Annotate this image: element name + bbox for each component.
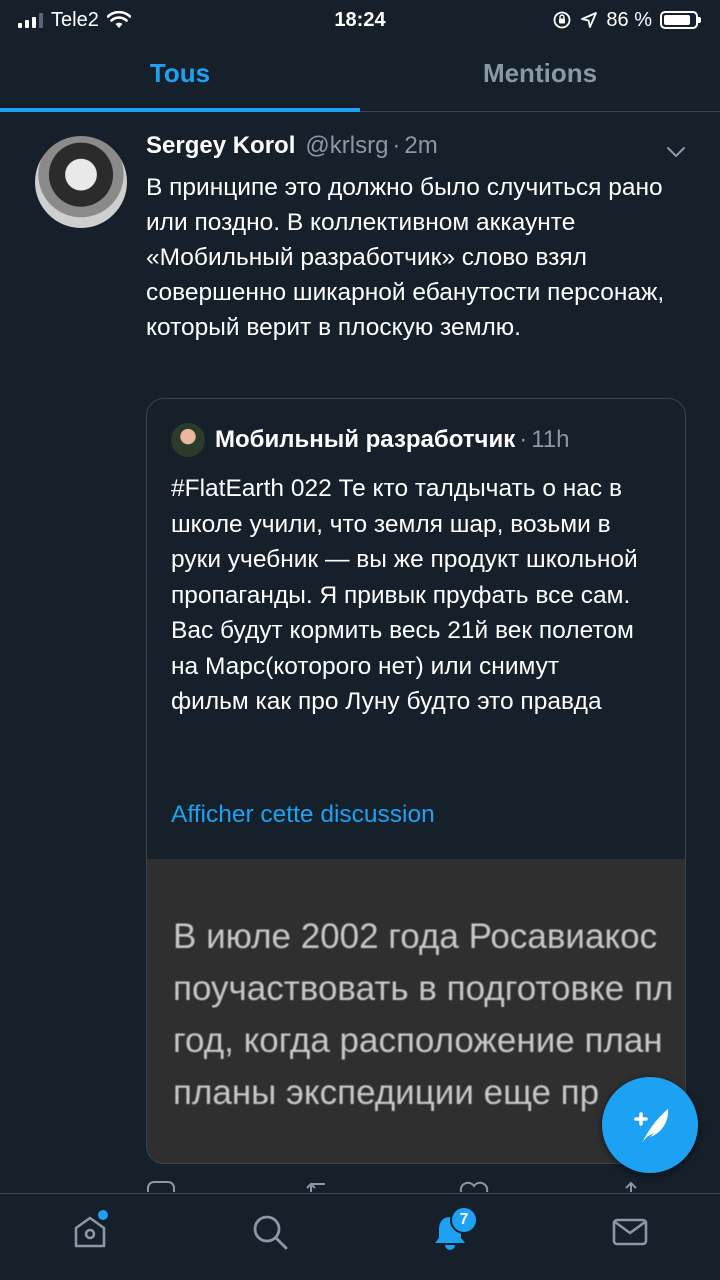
wifi-icon xyxy=(106,11,131,28)
author-handle[interactable]: @krlsrg xyxy=(305,132,388,160)
quote-image-line: поучаствовать в подготовке пл xyxy=(173,969,674,1008)
orientation-lock-icon xyxy=(554,11,571,29)
header-separator: · xyxy=(392,132,401,159)
like-icon[interactable] xyxy=(459,1180,489,1192)
tweet-text: В принципе это должно было случиться ран… xyxy=(146,174,665,341)
quote-separator: · xyxy=(519,426,528,453)
carrier-name: Tele2 xyxy=(51,8,99,31)
quote-header: Мобильный разработчик · 11h xyxy=(171,423,570,457)
bottom-navigation: 7 xyxy=(0,1193,720,1280)
status-bar: Tele2 18:24 86 % xyxy=(0,0,720,40)
tweet-time: 2m xyxy=(404,132,438,159)
quote-author-avatar xyxy=(171,423,205,457)
reply-icon[interactable] xyxy=(146,1180,176,1192)
author-avatar[interactable] xyxy=(35,136,127,228)
quoted-tweet[interactable]: Мобильный разработчик · 11h #FlatEarth 0… xyxy=(146,398,686,1164)
tweet-body: Sergey Korol @krlsrg · 2m В принципе это… xyxy=(146,132,696,345)
tweet-header: Sergey Korol @krlsrg · 2m xyxy=(146,132,696,160)
chevron-down-icon[interactable] xyxy=(666,142,686,162)
status-right: 86 % xyxy=(552,8,701,32)
author-name[interactable]: Sergey Korol xyxy=(146,132,295,160)
location-arrow-icon xyxy=(581,12,598,28)
search-icon xyxy=(253,1215,288,1250)
compose-tweet-button[interactable] xyxy=(602,1077,698,1173)
status-left: Tele2 xyxy=(18,9,131,32)
envelope-icon xyxy=(612,1218,648,1246)
tab-all[interactable]: Tous xyxy=(0,40,360,112)
nav-home[interactable] xyxy=(60,1202,120,1262)
battery-percent: 86 % xyxy=(606,8,652,31)
cellular-signal-icon xyxy=(18,12,43,28)
quote-author-name: Мобильный разработчик xyxy=(215,426,516,453)
quote-image-line: В июле 2002 года Росавиакос xyxy=(173,917,658,956)
tab-mentions[interactable]: Mentions xyxy=(360,40,720,111)
quote-image-line: год, когда расположение план xyxy=(173,1021,663,1060)
notifications-tabs: Tous Mentions xyxy=(0,40,720,112)
nav-search[interactable] xyxy=(240,1202,300,1262)
tweet[interactable]: Sergey Korol @krlsrg · 2m В принципе это… xyxy=(0,112,720,1192)
share-icon[interactable] xyxy=(616,1180,646,1192)
home-unread-dot xyxy=(98,1210,108,1220)
nav-notifications[interactable]: 7 xyxy=(420,1202,480,1262)
nav-messages[interactable] xyxy=(600,1202,660,1262)
battery-fill xyxy=(664,15,690,25)
compose-feather-icon xyxy=(634,1109,669,1143)
tweet-actions xyxy=(146,1180,646,1192)
battery-icon xyxy=(660,11,701,29)
quote-image-text: В июле 2002 года Росавиакос поучаствоват… xyxy=(173,911,685,1119)
notifications-badge: 7 xyxy=(450,1206,478,1234)
retweet-icon[interactable] xyxy=(303,1180,333,1192)
quote-time: 11h xyxy=(531,426,570,453)
show-thread-link[interactable]: Afficher cette discussion xyxy=(171,801,435,829)
quote-text: #FlatEarth 022 Те кто талдычать о нас в … xyxy=(171,475,638,715)
